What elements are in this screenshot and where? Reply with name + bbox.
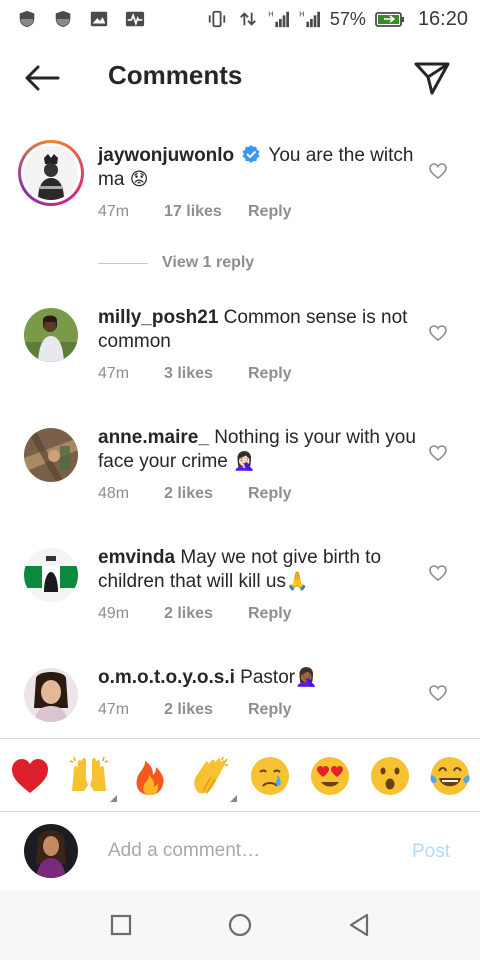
comment-time: 49m [98, 605, 130, 622]
comment-likes[interactable]: 2 likes [164, 605, 248, 623]
emoji-quick-bar [0, 738, 480, 812]
paper-plane-icon[interactable] [412, 60, 452, 96]
reply-button[interactable]: Reply [248, 203, 292, 221]
comment-meta: 49m 2 likes Reply [98, 605, 292, 623]
page-title: Comments [108, 60, 243, 90]
reply-button[interactable]: Reply [248, 701, 292, 719]
variant-indicator [110, 795, 117, 802]
comment-username[interactable]: jaywonjuwonlo [98, 145, 234, 166]
avatar [24, 824, 78, 878]
reply-button[interactable]: Reply [248, 365, 292, 383]
heart-outline-icon[interactable] [428, 563, 448, 583]
arrow-left-icon[interactable] [22, 62, 62, 94]
vibrate-icon [208, 10, 226, 28]
heart-outline-icon[interactable] [428, 323, 448, 343]
signal-h-icon: H [299, 9, 320, 28]
astonished-face-icon[interactable] [369, 755, 411, 797]
shield-icon [19, 10, 35, 28]
reply-button[interactable]: Reply [248, 485, 292, 503]
comment-meta: 47m 3 likes Reply [98, 365, 292, 383]
clock-time: 16:20 [417, 7, 468, 30]
comment-text: milly_posh21 Common sense is not common [98, 306, 416, 354]
heart-eyes-icon[interactable] [309, 755, 351, 797]
comment-text: o.m.o.t.o.y.o.s.i Pastor🤦🏾‍♀️ [98, 666, 416, 690]
comment-likes[interactable]: 3 likes [164, 365, 248, 383]
tears-of-joy-icon[interactable] [429, 755, 471, 797]
heart-outline-icon[interactable] [428, 161, 448, 181]
comment-text: anne.maire_ Nothing is your with you fac… [98, 426, 416, 474]
svg-text:H: H [299, 9, 304, 18]
heart-outline-icon[interactable] [428, 443, 448, 463]
comment-likes[interactable]: 2 likes [164, 485, 248, 503]
comment-time: 47m [98, 365, 130, 382]
activity-icon [125, 11, 145, 27]
avatar[interactable] [24, 548, 78, 602]
comment-meta: 47m 17 likes Reply [98, 203, 292, 221]
comment-time: 48m [98, 485, 130, 502]
system-nav-bar [0, 890, 480, 960]
facepalm-emoji: 🤦🏻‍♀️ [233, 451, 256, 472]
comment-likes[interactable]: 2 likes [164, 701, 248, 719]
comment-text: emvinda May we not give birth to childre… [98, 546, 416, 594]
avatar[interactable] [24, 668, 78, 722]
variant-indicator [230, 795, 237, 802]
shield-icon [55, 10, 71, 28]
comment-username[interactable]: o.m.o.t.o.y.o.s.i [98, 667, 235, 688]
recents-square-icon[interactable] [108, 912, 134, 938]
battery-icon [375, 12, 404, 27]
comment-time: 47m [98, 701, 130, 718]
red-heart-icon[interactable] [9, 755, 51, 797]
post-button[interactable]: Post [412, 841, 450, 863]
reply-button[interactable]: Reply [248, 605, 292, 623]
comment-likes[interactable]: 17 likes [164, 203, 248, 221]
battery-percent: 57% [329, 8, 366, 29]
crying-face-icon[interactable] [249, 755, 291, 797]
status-bar: H H 57% 16:20 [0, 0, 480, 38]
back-triangle-icon[interactable] [346, 912, 372, 938]
comment-username[interactable]: milly_posh21 [98, 307, 218, 328]
folded-hands-emoji: 🙏 [285, 571, 309, 592]
comment-composer: Post [0, 812, 480, 890]
comment-meta: 48m 2 likes Reply [98, 485, 292, 503]
comment-meta: 47m 2 likes Reply [98, 701, 292, 719]
comment-username[interactable]: emvinda [98, 547, 175, 568]
clapping-hands-icon[interactable] [189, 755, 231, 797]
comment-text: jaywonjuwonlo You are the witch ma 😟 [98, 144, 416, 192]
view-replies-label: View 1 reply [162, 254, 255, 271]
raising-hands-icon[interactable] [68, 755, 110, 797]
divider [98, 262, 148, 264]
signal-h-icon: H [268, 9, 289, 28]
header: Comments [0, 44, 480, 112]
comment-body: Pastor [240, 667, 296, 688]
avatar[interactable] [24, 428, 78, 482]
avatar[interactable] [24, 308, 78, 362]
data-transfer-icon [239, 12, 256, 26]
view-replies-button[interactable]: View 1 reply [98, 254, 254, 272]
verified-badge-icon [242, 145, 260, 163]
comment-time: 47m [98, 203, 130, 220]
heart-outline-icon[interactable] [428, 683, 448, 703]
fire-icon[interactable] [129, 755, 171, 797]
comment-input[interactable] [108, 836, 388, 866]
facepalm-emoji: 🤦🏾‍♀️ [295, 667, 318, 688]
avatar[interactable] [18, 140, 84, 206]
image-icon [90, 11, 108, 27]
comment-username[interactable]: anne.maire_ [98, 427, 209, 448]
home-circle-icon[interactable] [227, 912, 253, 938]
worried-face-emoji: 😟 [129, 169, 149, 190]
svg-text:H: H [268, 9, 273, 18]
